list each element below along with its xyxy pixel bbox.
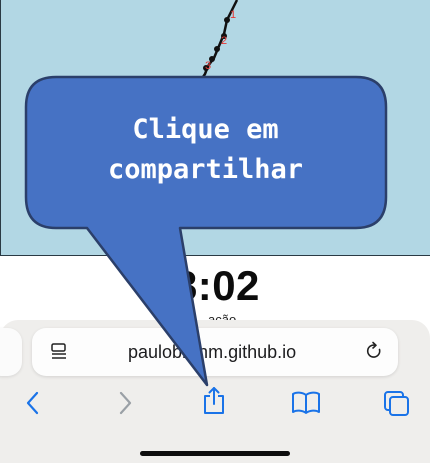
callout-bubble [24, 75, 388, 387]
callout-text: Clique em compartilhar [98, 110, 313, 190]
callout-line: compartilhar [107, 154, 304, 185]
callout-line: Clique em [132, 114, 279, 145]
